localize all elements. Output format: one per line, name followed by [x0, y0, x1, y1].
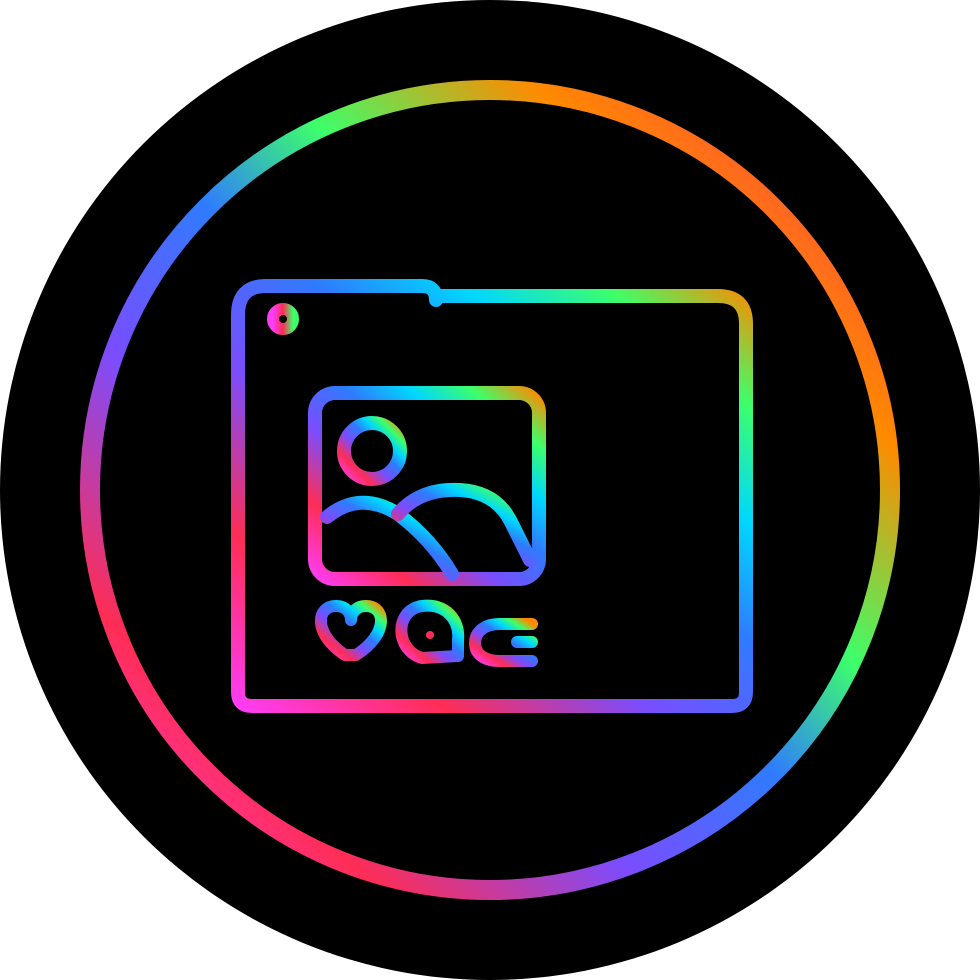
icon-stage — [0, 0, 980, 980]
background-circle — [0, 0, 980, 980]
comment-dot — [426, 631, 434, 639]
sidebar-lines — [643, 393, 713, 661]
social-media-browser-icon — [0, 0, 980, 980]
browser-tab — [267, 303, 405, 335]
